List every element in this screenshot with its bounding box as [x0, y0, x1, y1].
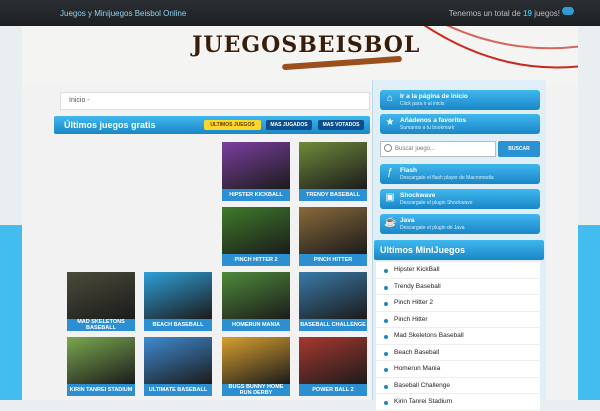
site-logo[interactable]: JUEGOSBEISBOL — [192, 32, 432, 78]
minigame-list-item[interactable]: Baseball Challenge — [376, 378, 540, 394]
game-tile[interactable]: POWER BALL 2 — [299, 337, 367, 396]
logo-text: JUEGOSBEISBOL — [192, 32, 421, 58]
minigame-list-item[interactable]: Kirin Tanrei Stadium — [376, 394, 540, 411]
java-plugin-button[interactable]: ☕ Java Descargate el plugin de Java — [380, 214, 540, 234]
tab-most-played[interactable]: MAS JUGADOS — [266, 120, 312, 130]
game-tile[interactable]: BEACH BASEBALL — [144, 272, 212, 331]
game-tile[interactable]: KIRIN TANREI STADIUM — [67, 337, 135, 396]
game-title[interactable]: PINCH HITTER 2 — [222, 254, 290, 266]
game-title[interactable]: BASEBALL CHALLENGE — [299, 319, 367, 331]
game-thumbnail[interactable] — [299, 142, 367, 189]
java-icon: ☕ — [384, 217, 397, 228]
games-section-title: Últimos juegos gratis — [64, 120, 156, 130]
home-button[interactable]: ⌂ Ir a la página de inicio Click para ir… — [380, 90, 540, 110]
minigame-list-item[interactable]: Pinch Hitter 2 — [376, 295, 540, 312]
game-title[interactable]: BUGS BUNNY HOME RUN DERBY — [222, 384, 290, 396]
search-button[interactable]: BUSCAR — [498, 141, 540, 157]
game-tile[interactable]: TRENDY BASEBALL — [299, 142, 367, 201]
game-thumbnail[interactable] — [67, 337, 135, 384]
minigame-list-item[interactable]: Trendy Baseball — [376, 279, 540, 295]
home-icon: ⌂ — [386, 93, 394, 104]
game-title[interactable]: POWER BALL 2 — [299, 384, 367, 396]
minigame-list-item[interactable]: Pinch Hitter — [376, 312, 540, 328]
shockwave-plugin-button[interactable]: ▣ Shockwave Descargate el plugin Shockwa… — [380, 189, 540, 209]
game-title[interactable]: HIPSTER KICKBALL — [222, 189, 290, 201]
header-banner: JUEGOSBEISBOL — [22, 26, 578, 86]
game-thumbnail[interactable] — [222, 207, 290, 254]
baseball-seam-decoration — [423, 26, 578, 69]
game-tile[interactable]: HOMERUN MANIA — [222, 272, 290, 331]
game-thumbnail[interactable] — [299, 207, 367, 254]
game-title[interactable]: KIRIN TANREI STADIUM — [67, 384, 135, 396]
game-thumbnail[interactable] — [67, 272, 135, 319]
game-thumbnail[interactable] — [222, 142, 290, 189]
breadcrumb: Inicio - — [60, 92, 370, 110]
minigames-header: Ultimos MiniJuegos — [374, 240, 544, 260]
game-thumbnail[interactable] — [299, 337, 367, 384]
game-tile[interactable]: MAD SKELETONS BASEBALL — [67, 272, 135, 331]
game-thumbnail[interactable] — [299, 272, 367, 319]
game-thumbnail[interactable] — [144, 272, 212, 319]
game-total: Tenemos un total de 19 juegos! — [448, 9, 560, 18]
game-title[interactable]: BEACH BASEBALL — [144, 319, 212, 331]
search-input[interactable]: Buscar juego... — [380, 141, 496, 157]
game-tile[interactable]: HIPSTER KICKBALL — [222, 142, 290, 201]
search-icon — [384, 144, 392, 152]
top-bar: Juegos y Minijuegos Beisbol Online Tenem… — [0, 0, 600, 26]
bookmark-icon: ★ — [385, 117, 395, 128]
game-title[interactable]: MAD SKELETONS BASEBALL — [67, 319, 135, 331]
games-section-header: Últimos juegos gratis ULTIMOS JUEGOS MAS… — [54, 116, 370, 134]
tab-latest-games[interactable]: ULTIMOS JUEGOS — [204, 120, 261, 130]
game-title[interactable]: TRENDY BASEBALL — [299, 189, 367, 201]
favorites-button[interactable]: ★ Añádenos a favoritos Sumanos a tu book… — [380, 114, 540, 134]
flash-plugin-button[interactable]: ƒ Flash Descargate el flash player de Ma… — [380, 164, 540, 184]
search-box: Buscar juego... BUSCAR — [380, 141, 540, 159]
site-name[interactable]: Juegos y Minijuegos Beisbol Online — [60, 9, 186, 18]
flash-icon: ƒ — [387, 167, 393, 178]
game-tile[interactable]: PINCH HITTER — [299, 207, 367, 266]
game-thumbnail[interactable] — [144, 337, 212, 384]
game-title[interactable]: HOMERUN MANIA — [222, 319, 290, 331]
game-thumbnail[interactable] — [222, 272, 290, 319]
minigames-list: Hipster KickBall Trendy Baseball Pinch Hit… — [376, 262, 540, 411]
game-tile[interactable]: BUGS BUNNY HOME RUN DERBY — [222, 337, 290, 396]
breadcrumb-home[interactable]: Inicio - — [69, 97, 90, 104]
minigame-list-item[interactable]: Hipster KickBall — [376, 262, 540, 279]
game-tile[interactable]: PINCH HITTER 2 — [222, 207, 290, 266]
minigame-list-item[interactable]: Mad Skeletons Baseball — [376, 328, 540, 345]
minigames-title: Ultimos MiniJuegos — [380, 245, 466, 255]
tab-most-voted[interactable]: MAS VOTADOS — [318, 120, 364, 130]
minigame-list-item[interactable]: Beach Baseball — [376, 345, 540, 361]
game-title[interactable]: ULTIMATE BASEBALL — [144, 384, 212, 396]
game-tile[interactable]: BASEBALL CHALLENGE — [299, 272, 367, 331]
shockwave-icon: ▣ — [385, 192, 395, 203]
gamepad-icon — [562, 7, 574, 15]
game-count: 19 — [523, 9, 532, 18]
game-thumbnail[interactable] — [222, 337, 290, 384]
game-tile[interactable]: ULTIMATE BASEBALL — [144, 337, 212, 396]
minigame-list-item[interactable]: Homerun Mania — [376, 361, 540, 378]
game-title[interactable]: PINCH HITTER — [299, 254, 367, 266]
